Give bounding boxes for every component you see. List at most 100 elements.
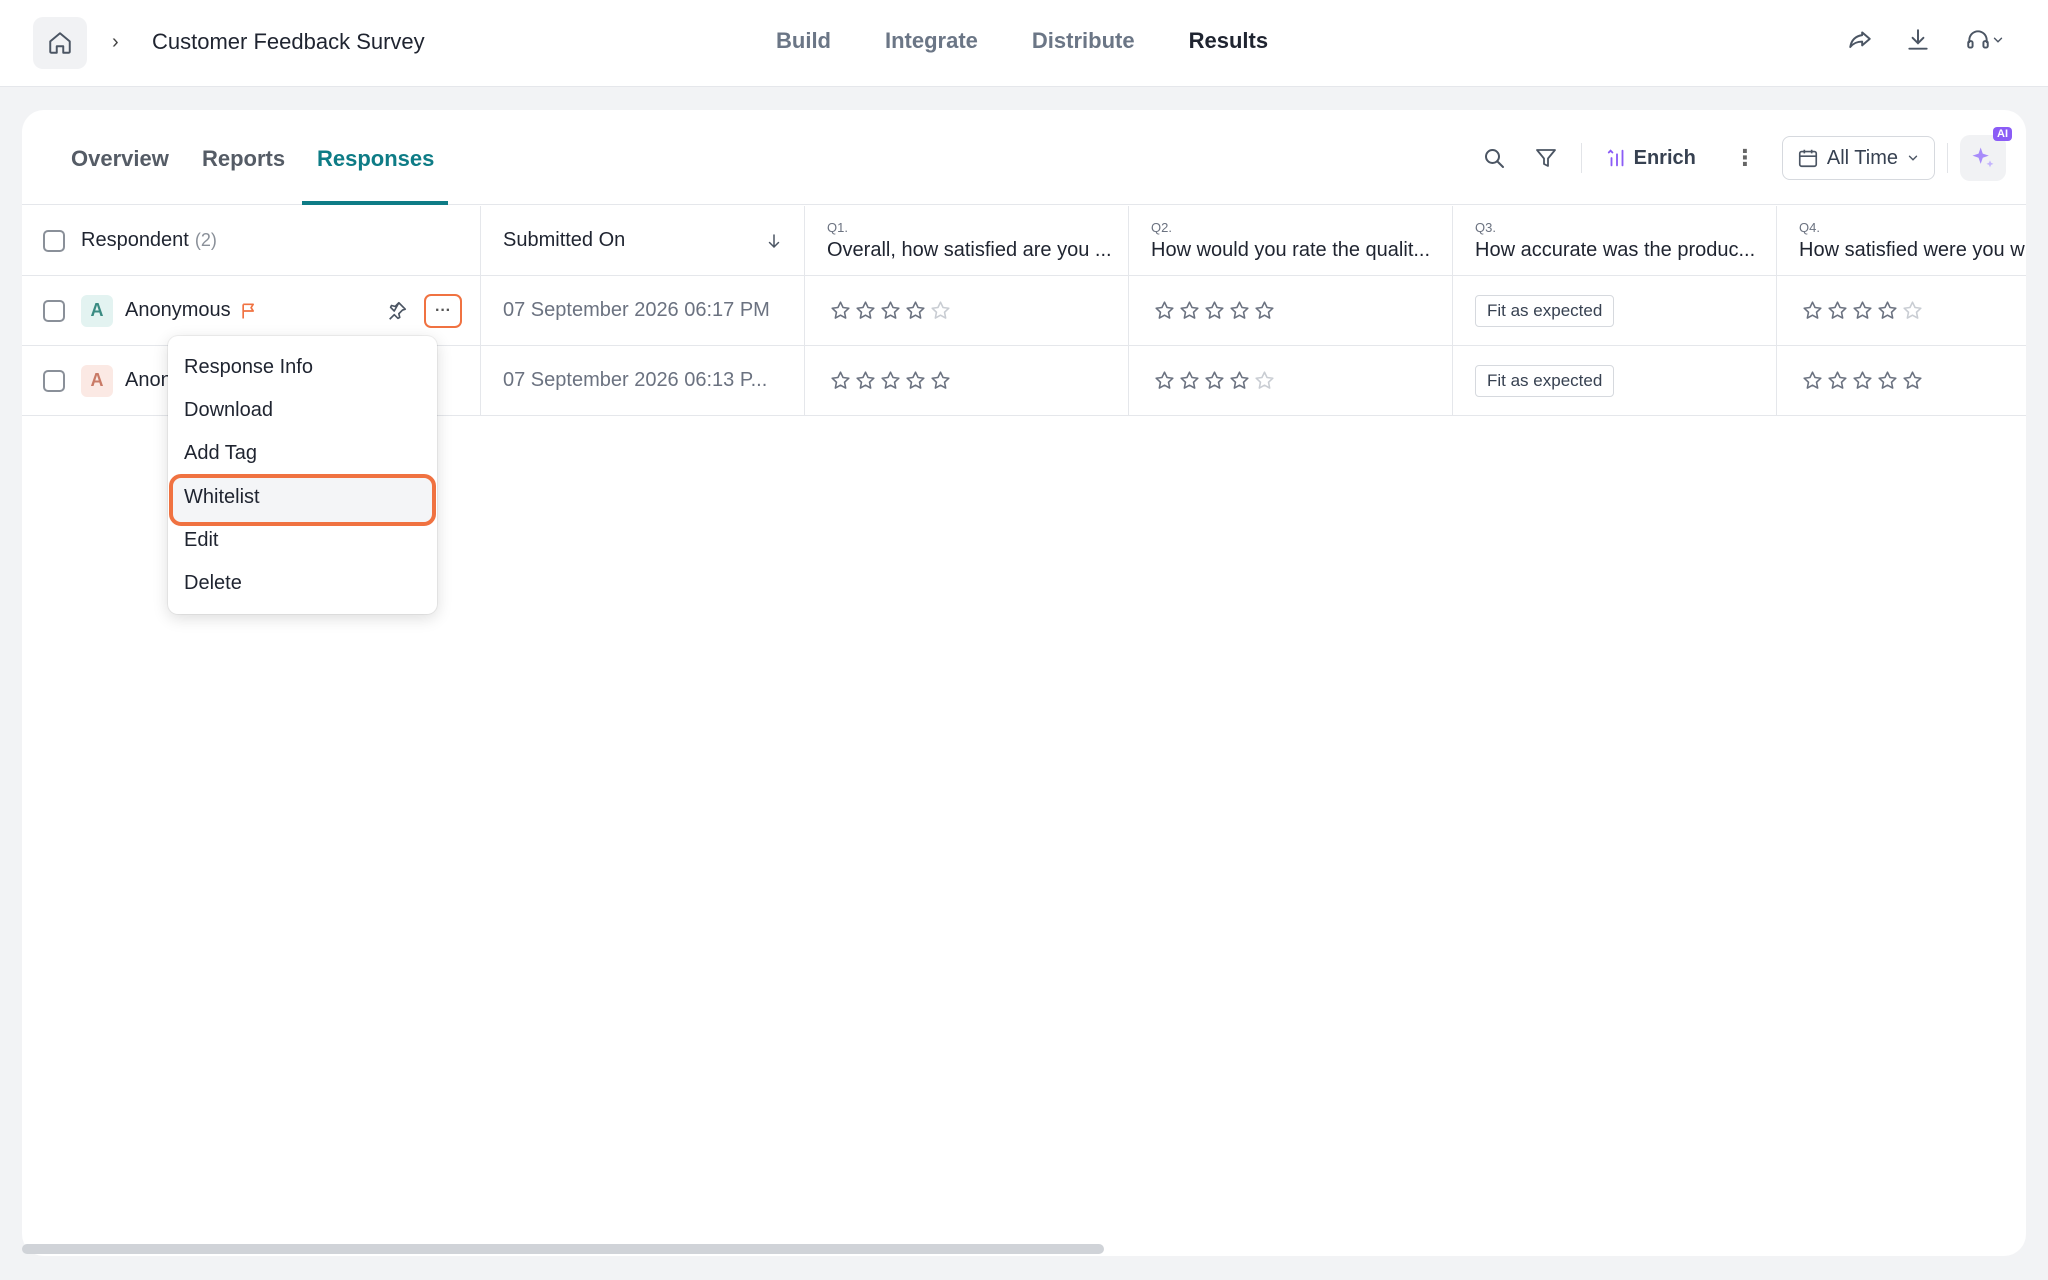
question-text: Overall, how satisfied are you ... bbox=[827, 238, 1112, 261]
avatar: A bbox=[81, 294, 113, 327]
avatar: A bbox=[81, 364, 113, 397]
survey-title: Customer Feedback Survey bbox=[152, 29, 425, 54]
q2-star-rating bbox=[1154, 370, 1275, 391]
search-button[interactable] bbox=[1479, 143, 1509, 173]
question-text: How accurate was the produc... bbox=[1475, 238, 1756, 261]
star-filled-icon bbox=[906, 371, 925, 389]
respondent-name[interactable]: Anonymous bbox=[125, 299, 231, 322]
q1-star-rating bbox=[830, 300, 951, 321]
q2-column-header[interactable]: Q2. How would you rate the qualit... bbox=[1151, 206, 1451, 275]
q3-column-header[interactable]: Q3. How accurate was the produc... bbox=[1475, 206, 1775, 275]
sort-down-icon bbox=[768, 233, 780, 248]
respondent-count: (2) bbox=[194, 230, 217, 250]
star-empty-icon bbox=[931, 301, 950, 319]
q1-column-header[interactable]: Q1. Overall, how satisfied are you ... bbox=[827, 206, 1127, 275]
menu-item-response-info[interactable]: Response Info bbox=[184, 356, 313, 379]
support-menu-button[interactable] bbox=[1962, 26, 2008, 54]
tab-overview[interactable]: Overview bbox=[71, 146, 169, 172]
menu-item-delete[interactable]: Delete bbox=[184, 572, 242, 595]
menu-item-download[interactable]: Download bbox=[184, 399, 273, 422]
date-range-select[interactable]: All Time bbox=[1781, 136, 1935, 180]
nav-build[interactable]: Build bbox=[776, 28, 831, 54]
chevron-down-icon bbox=[1993, 37, 2003, 43]
star-filled-icon bbox=[1155, 301, 1174, 319]
question-text: How satisfied were you w bbox=[1799, 238, 2025, 261]
q4-star-rating bbox=[1802, 300, 1923, 321]
star-filled-icon bbox=[1230, 371, 1249, 389]
star-filled-icon bbox=[831, 301, 850, 319]
share-button[interactable] bbox=[1846, 26, 1874, 54]
star-filled-icon bbox=[1255, 301, 1274, 319]
tab-reports[interactable]: Reports bbox=[202, 146, 285, 172]
star-filled-icon bbox=[856, 371, 875, 389]
main-nav: Build Integrate Distribute Results bbox=[776, 28, 1268, 54]
star-filled-icon bbox=[881, 301, 900, 319]
star-filled-icon bbox=[881, 371, 900, 389]
star-filled-icon bbox=[1155, 371, 1174, 389]
filter-icon bbox=[1535, 149, 1556, 167]
q4-star-rating bbox=[1802, 370, 1923, 391]
star-filled-icon bbox=[1205, 301, 1224, 319]
star-filled-icon bbox=[1828, 301, 1847, 319]
date-range-label: All Time bbox=[1826, 146, 1898, 169]
star-filled-icon bbox=[1180, 301, 1199, 319]
horizontal-scrollbar[interactable] bbox=[22, 1244, 1104, 1254]
pin-icon[interactable] bbox=[386, 300, 408, 322]
filter-button[interactable] bbox=[1531, 143, 1561, 173]
sparkle-icon bbox=[1972, 147, 1994, 168]
top-actions bbox=[1846, 26, 2008, 54]
star-filled-icon bbox=[1230, 301, 1249, 319]
star-filled-icon bbox=[1803, 371, 1822, 389]
responses-card: Overview Reports Responses Enrich ⋮ All … bbox=[22, 110, 2026, 1256]
download-button[interactable] bbox=[1904, 26, 1932, 54]
star-filled-icon bbox=[1878, 301, 1897, 319]
row-actions-menu: Response Info Download Add Tag Whitelist… bbox=[168, 336, 437, 614]
ai-assistant-button[interactable]: AI bbox=[1960, 127, 2012, 181]
home-button[interactable] bbox=[33, 17, 87, 69]
star-filled-icon bbox=[1803, 301, 1822, 319]
breadcrumb-chevron-icon: › bbox=[112, 31, 119, 53]
row-more-button[interactable]: ··· bbox=[424, 293, 462, 328]
nav-integrate[interactable]: Integrate bbox=[885, 28, 978, 54]
question-number: Q2. bbox=[1151, 219, 1172, 235]
q4-column-header[interactable]: Q4. How satisfied were you w bbox=[1799, 206, 2026, 275]
search-icon bbox=[1484, 149, 1504, 168]
respondent-name[interactable]: Anon bbox=[125, 369, 172, 392]
star-empty-icon bbox=[1903, 301, 1922, 319]
menu-item-whitelist[interactable]: Whitelist bbox=[184, 486, 260, 509]
q3-answer-tag: Fit as expected bbox=[1475, 364, 1615, 397]
nav-results[interactable]: Results bbox=[1189, 28, 1268, 54]
menu-item-edit[interactable]: Edit bbox=[184, 529, 218, 552]
star-filled-icon bbox=[931, 371, 950, 389]
nav-distribute[interactable]: Distribute bbox=[1032, 28, 1135, 54]
submitted-date: 07 September 2026 06:17 PM bbox=[503, 299, 770, 321]
menu-item-add-tag[interactable]: Add Tag bbox=[184, 442, 257, 465]
ai-badge: AI bbox=[1993, 127, 2012, 141]
toolbar-divider bbox=[1580, 143, 1582, 173]
question-text: How would you rate the qualit... bbox=[1151, 238, 1431, 261]
enrich-button[interactable]: Enrich bbox=[1606, 147, 1696, 170]
star-filled-icon bbox=[1828, 371, 1847, 389]
star-filled-icon bbox=[1853, 371, 1872, 389]
respondent-column-header[interactable]: Respondent bbox=[81, 229, 189, 252]
star-filled-icon bbox=[856, 301, 875, 319]
flag-icon[interactable] bbox=[239, 301, 259, 321]
enrich-icon bbox=[1607, 149, 1624, 167]
submitted-on-label: Submitted On bbox=[503, 229, 626, 251]
row-checkbox[interactable] bbox=[43, 299, 65, 322]
more-options-button[interactable]: ⋮ bbox=[1734, 145, 1756, 171]
responses-toolbar: Enrich ⋮ All Time AI bbox=[1479, 127, 2026, 182]
q3-answer-tag: Fit as expected bbox=[1475, 294, 1615, 327]
q2-star-rating bbox=[1154, 300, 1275, 321]
row-checkbox[interactable] bbox=[43, 369, 65, 392]
star-filled-icon bbox=[1853, 301, 1872, 319]
calendar-icon bbox=[1798, 149, 1817, 168]
active-tab-indicator bbox=[302, 201, 448, 205]
star-filled-icon bbox=[1205, 371, 1224, 389]
submitted-on-column-header[interactable]: Submitted On bbox=[503, 206, 783, 275]
star-empty-icon bbox=[1255, 371, 1274, 389]
tab-responses[interactable]: Responses bbox=[317, 146, 434, 172]
select-all-checkbox[interactable] bbox=[43, 229, 65, 252]
enrich-label: Enrich bbox=[1633, 146, 1696, 169]
headset-icon bbox=[1967, 30, 1989, 49]
